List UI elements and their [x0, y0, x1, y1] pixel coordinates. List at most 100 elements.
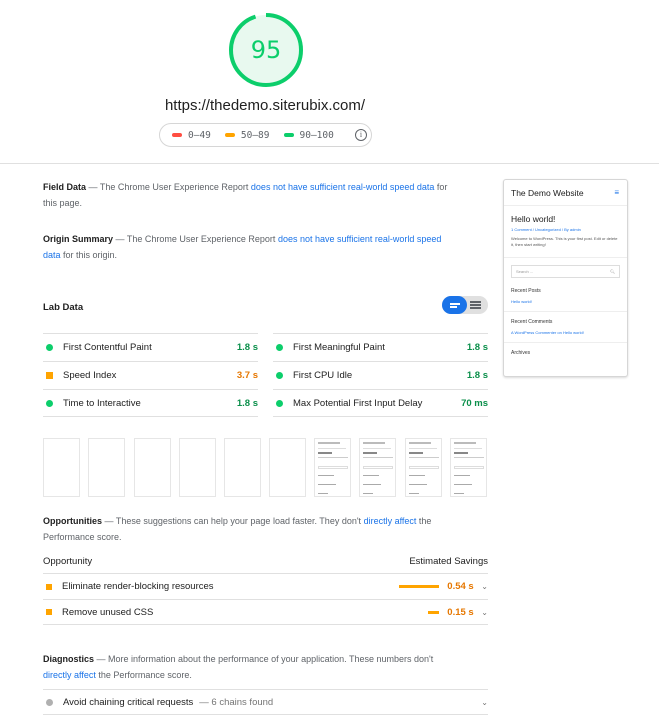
informative-indicator-icon [46, 698, 53, 706]
average-indicator-icon [46, 609, 52, 615]
savings-bar [399, 585, 440, 588]
compact-view-icon[interactable] [442, 296, 467, 314]
screenshot-search-placeholder: Search ... [516, 269, 534, 274]
metric-value: 1.8 s [236, 397, 258, 409]
screenshot-site-header: The Demo Website ≡ [504, 180, 627, 206]
metric-label: First Meaningful Paint [293, 342, 385, 353]
final-screenshot: The Demo Website ≡ Hello world! 1 Commen… [503, 179, 628, 377]
average-indicator-icon [46, 372, 53, 379]
lab-data-title: Lab Data [43, 302, 84, 313]
pass-indicator-icon [276, 399, 283, 407]
score-legend: 0–49 50–89 90–100 i [159, 123, 372, 147]
savings-value: 0.15 s [447, 606, 474, 618]
pass-indicator-icon [46, 399, 53, 407]
fail-range-icon [172, 133, 182, 137]
metric-label: Speed Index [63, 370, 117, 381]
diagnostic-label: Avoid chaining critical requests [63, 696, 194, 708]
filmstrip-frame [405, 438, 442, 497]
metric-value: 1.8 s [466, 342, 488, 353]
legend-average: 50–89 [224, 129, 270, 141]
metric-first-cpu-idle: First CPU Idle 1.8 s [273, 361, 488, 389]
menu-icon: ≡ [614, 188, 619, 197]
average-range-icon [224, 133, 235, 137]
diagnostics-section: Diagnostics — More information about the… [43, 651, 448, 683]
metric-label: First CPU Idle [293, 370, 353, 381]
diagnostics-post: the Performance score. [95, 670, 192, 680]
diagnostics-pre: — More information about the performance… [94, 654, 434, 664]
opportunities-link[interactable]: directly affect [364, 516, 417, 526]
performance-score: 95 [250, 36, 282, 64]
diagnostics-title: Diagnostics [43, 654, 95, 664]
metric-value: 70 ms [461, 397, 488, 409]
metric-label: Max Potential First Input Delay [293, 397, 423, 409]
metric-speed-index: Speed Index 3.7 s [43, 361, 258, 389]
diagnostic-detail: — 6 chains found [199, 696, 274, 708]
diagnostic-row-critical-requests[interactable]: Avoid chaining critical requests — 6 cha… [43, 689, 488, 715]
screenshot-archives: Archives [511, 350, 531, 356]
filmstrip-frame [88, 438, 125, 497]
savings-value: 0.54 s [447, 581, 474, 592]
origin-summary-pre: — The Chrome User Experience Report [113, 234, 278, 244]
filmstrip-frame [314, 438, 351, 497]
legend-pass: 90–100 [283, 129, 334, 141]
header-divider [0, 163, 659, 164]
metric-time-to-interactive: Time to Interactive 1.8 s [43, 389, 258, 417]
metric-first-meaningful-paint: First Meaningful Paint 1.8 s [273, 333, 488, 361]
pass-indicator-icon [46, 344, 53, 351]
opportunity-label: Remove unused CSS [62, 606, 154, 618]
performance-score-gauge: 95 [228, 12, 304, 88]
origin-summary-title: Origin Summary [43, 234, 114, 244]
pass-indicator-icon [276, 372, 283, 379]
pass-indicator-icon [276, 344, 283, 351]
opportunities-header: Opportunity Estimated Savings [43, 556, 488, 567]
opportunities-pre: — These suggestions can help your page l… [102, 516, 364, 526]
legend-fail: 0–49 [172, 130, 211, 141]
search-icon: 🔍︎ [609, 269, 615, 274]
legend-pass-label: 90–100 [299, 129, 334, 141]
opportunities-title: Opportunities [43, 516, 102, 526]
metric-max-potential-fid: Max Potential First Input Delay 70 ms [273, 389, 488, 417]
filmstrip-frame [179, 438, 216, 497]
metric-label: Time to Interactive [63, 397, 141, 409]
filmstrip-frame [224, 438, 261, 497]
chevron-down-icon[interactable]: ⌄ [481, 698, 488, 707]
screenshot-recent-post-link: Hello world! [511, 299, 532, 304]
chevron-down-icon[interactable]: ⌄ [481, 582, 488, 591]
metrics-view-toggle[interactable] [442, 296, 488, 314]
filmstrip-frame [43, 438, 80, 497]
metric-label: First Contentful Paint [63, 342, 152, 353]
diagnostics-link[interactable]: directly affect [43, 670, 96, 680]
opportunities-section: Opportunities — These suggestions can he… [43, 513, 448, 545]
info-icon[interactable]: i [355, 129, 367, 141]
savings-column-header: Estimated Savings [409, 556, 488, 567]
screenshot-recent-posts: Recent Posts [511, 288, 541, 294]
screenshot-post-title: Hello world! [511, 214, 556, 224]
savings-bar [428, 610, 440, 614]
origin-summary-section: Origin Summary — The Chrome User Experie… [43, 231, 448, 263]
screenshot-site-title: The Demo Website [511, 187, 584, 198]
legend-average-label: 50–89 [240, 129, 270, 141]
origin-summary-post: for this origin. [60, 250, 118, 260]
screenshot-recent-comment-link: A WordPress Commenter on Hello world! [511, 330, 584, 335]
field-data-title: Field Data [43, 182, 87, 192]
metric-value: 1.8 s [466, 370, 488, 381]
filmstrip [43, 438, 489, 497]
opportunity-row-unused-css[interactable]: Remove unused CSS 0.15 s ⌄ [43, 599, 488, 625]
opportunity-row-render-blocking[interactable]: Eliminate render-blocking resources 0.54… [43, 573, 488, 599]
chevron-down-icon[interactable]: ⌄ [481, 608, 488, 617]
filmstrip-frame [450, 438, 487, 497]
filmstrip-frame [134, 438, 171, 497]
filmstrip-frame [269, 438, 306, 497]
average-indicator-icon [46, 583, 52, 590]
metric-value: 3.7 s [236, 370, 258, 381]
screenshot-post-meta: 1 Comment / Uncategorized / By admin [511, 227, 581, 232]
metric-first-contentful-paint: First Contentful Paint 1.8 s [43, 333, 258, 361]
screenshot-search-box: Search ... 🔍︎ [511, 265, 620, 278]
legend-fail-label: 0–49 [188, 129, 211, 141]
opportunity-column-header: Opportunity [43, 556, 93, 567]
field-data-pre: — The Chrome User Experience Report [86, 182, 251, 192]
page-url: https://thedemo.siterubix.com/ [164, 97, 366, 114]
metric-value: 1.8 s [236, 342, 258, 353]
field-data-section: Field Data — The Chrome User Experience … [43, 179, 448, 211]
field-data-link[interactable]: does not have sufficient real-world spee… [251, 182, 434, 192]
